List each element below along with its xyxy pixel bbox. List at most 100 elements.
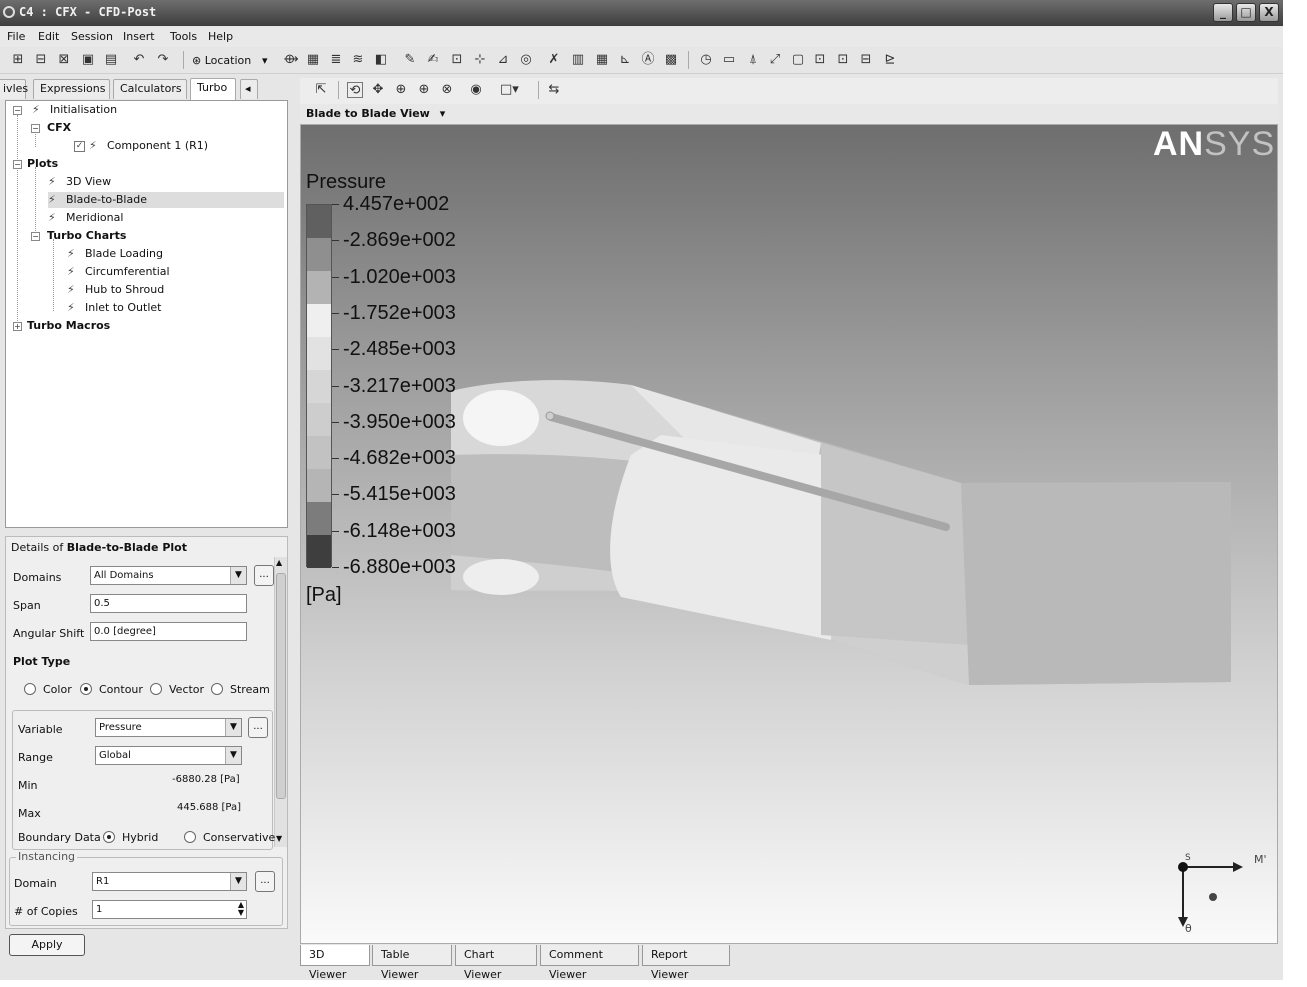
viewport-layout-icon[interactable]: □▾	[500, 82, 519, 98]
tab-comment-viewer[interactable]: Comment Viewer	[540, 945, 639, 981]
particle-track-icon[interactable]: ≋	[350, 52, 366, 68]
tree-item-turbo-macros[interactable]: Turbo Macros	[27, 318, 110, 334]
menu-tools[interactable]: Tools	[170, 30, 197, 43]
isosurface-icon[interactable]: ✎	[402, 52, 418, 68]
pan-icon[interactable]: ✥	[370, 82, 386, 98]
expand-cfx-icon[interactable]: −	[31, 124, 40, 133]
copies-spinbox[interactable]: 1 ▲ ▼	[92, 900, 247, 919]
menu-file[interactable]: File	[7, 30, 25, 43]
load-state-icon[interactable]: ⊟	[33, 52, 49, 68]
expand-initialisation-icon[interactable]: −	[13, 106, 22, 115]
variable-select[interactable]: Pressure ▼	[95, 718, 242, 737]
tree-item-inlet-to-outlet[interactable]: ⚡ Inlet to Outlet	[67, 300, 161, 316]
radio-vector[interactable]	[150, 683, 162, 695]
turbo-surface-icon[interactable]: ✍	[425, 52, 441, 68]
tree-item-component[interactable]: ✓ ⚡ Component 1 (R1)	[74, 138, 208, 154]
macro-calculator-icon[interactable]: ⊡	[812, 52, 828, 68]
tab-scroll-left-icon[interactable]: ◂	[240, 79, 258, 99]
calculator-icon[interactable]: ▩	[663, 52, 679, 68]
streamline-icon[interactable]: ≣	[328, 52, 344, 68]
radio-contour[interactable]	[80, 683, 92, 695]
rotate-icon[interactable]: ⟲	[347, 82, 363, 98]
tab-report-viewer[interactable]: Report Viewer	[642, 945, 730, 981]
menu-session[interactable]: Session	[71, 30, 113, 43]
animation-icon[interactable]: ▭	[721, 52, 737, 68]
domains-select[interactable]: All Domains ▼	[90, 566, 247, 585]
clip-plane-icon[interactable]: ✗	[546, 52, 562, 68]
vector-icon[interactable]: ⟴	[283, 52, 299, 68]
volume-render-icon[interactable]: ◧	[373, 52, 389, 68]
undo-icon[interactable]: ↶	[131, 52, 147, 68]
range-select[interactable]: Global ▼	[95, 746, 242, 765]
save-state-icon[interactable]: ⊠	[56, 52, 72, 68]
scrollbar-thumb[interactable]	[276, 573, 286, 799]
coordinate-frame-icon[interactable]: ⊹	[472, 52, 488, 68]
variable-ellipsis-button[interactable]: ...	[248, 717, 268, 738]
view-title-bar[interactable]: Blade to Blade View ▾	[300, 104, 1278, 124]
zoom-icon[interactable]: ⊕	[393, 82, 409, 98]
radio-color[interactable]	[24, 683, 36, 695]
synchronize-icon[interactable]: ⇆	[546, 82, 562, 98]
expand-plots-icon[interactable]: −	[13, 160, 22, 169]
instance-transform-icon[interactable]: ◎	[518, 52, 534, 68]
probe-icon[interactable]: ⤢	[767, 52, 783, 68]
tree-item-blade-loading[interactable]: ⚡ Blade Loading	[67, 246, 163, 262]
tab-expressions[interactable]: Expressions	[33, 79, 110, 99]
radio-hybrid[interactable]	[103, 831, 115, 843]
tab-calculators[interactable]: Calculators	[113, 79, 187, 99]
tab-table-viewer[interactable]: Table Viewer	[372, 945, 452, 981]
tree-item-plots[interactable]: Plots	[27, 156, 58, 172]
tree-item-initialisation[interactable]: ⚡ Initialisation	[32, 102, 117, 118]
scroll-down-icon[interactable]: ▼	[276, 834, 282, 843]
close-results-icon[interactable]: ▤	[103, 52, 119, 68]
menu-edit[interactable]: Edit	[38, 30, 59, 43]
spinbox-arrows-icon[interactable]: ▲ ▼	[238, 901, 244, 917]
text-icon[interactable]: ⊡	[449, 52, 465, 68]
scroll-up-icon[interactable]: ▲	[276, 558, 282, 567]
fit-view-icon[interactable]: ◉	[468, 82, 484, 98]
radio-conservative[interactable]	[184, 831, 196, 843]
new-icon[interactable]: ⊞	[10, 52, 26, 68]
domain-select[interactable]: R1 ▼	[92, 872, 247, 891]
redo-icon[interactable]: ↷	[155, 52, 171, 68]
details-scrollbar[interactable]: ▲ ▼	[274, 557, 287, 847]
tree-item-circumferential[interactable]: ⚡ Circumferential	[67, 264, 170, 280]
case-comparison-icon[interactable]: ⊟	[858, 52, 874, 68]
contour-icon[interactable]: ▦	[305, 52, 321, 68]
tab-turbo[interactable]: Turbo	[190, 78, 236, 100]
zoom-box-icon[interactable]: ⊕	[416, 82, 432, 98]
3d-viewport[interactable]: ANSYS Pressure 4.457e+002 -2.869e+002 -1.0…	[300, 124, 1278, 944]
menu-insert[interactable]: Insert	[123, 30, 155, 43]
timestep-icon[interactable]: ◷	[698, 52, 714, 68]
tree-item-meridional[interactable]: ⚡ Meridional	[48, 210, 123, 226]
zoom-fit-icon[interactable]: ⊗	[439, 82, 455, 98]
span-input[interactable]: 0.5	[90, 594, 247, 613]
tree-item-blade-to-blade[interactable]: ⚡ Blade-to-Blade	[48, 192, 284, 208]
tree-item-hub-to-shroud[interactable]: ⚡ Hub to Shroud	[67, 282, 164, 298]
tree-item-turbo-charts[interactable]: Turbo Charts	[47, 228, 126, 244]
tab-files[interactable]: ivles	[0, 79, 28, 99]
checkbox-checked-icon[interactable]: ✓	[74, 140, 85, 152]
quick-editor-icon[interactable]: ⍋	[745, 52, 761, 68]
tree-item-3d-view[interactable]: ⚡ 3D View	[48, 174, 111, 190]
apply-button[interactable]: Apply	[9, 934, 85, 956]
select-icon[interactable]: ⇱	[313, 82, 329, 98]
close-button[interactable]: X	[1259, 3, 1279, 22]
angular-shift-input[interactable]: 0.0 [degree]	[90, 622, 247, 641]
legend-icon[interactable]: ⊿	[495, 52, 511, 68]
variable-icon[interactable]: ▦	[594, 52, 610, 68]
tree-item-cfx[interactable]: CFX	[47, 120, 71, 136]
function-calculator-icon[interactable]: ▢	[790, 52, 806, 68]
command-editor-icon[interactable]: ⊵	[882, 52, 898, 68]
minimize-button[interactable]: _	[1213, 3, 1233, 22]
menu-help[interactable]: Help	[208, 30, 233, 43]
load-results-icon[interactable]: ▣	[80, 52, 96, 68]
mesh-calculator-icon[interactable]: ⊡	[835, 52, 851, 68]
expand-turbo-charts-icon[interactable]: −	[31, 232, 40, 241]
domain-ellipsis-button[interactable]: ...	[255, 871, 275, 892]
chart-icon[interactable]: ⊾	[617, 52, 633, 68]
tab-3d-viewer[interactable]: 3D Viewer	[300, 945, 370, 981]
radio-stream[interactable]	[211, 683, 223, 695]
maximize-button[interactable]: □	[1236, 3, 1256, 22]
expression-icon[interactable]: Ⓐ	[640, 52, 656, 68]
